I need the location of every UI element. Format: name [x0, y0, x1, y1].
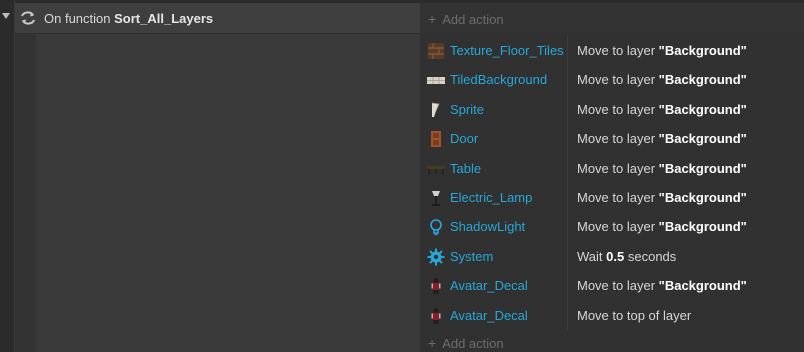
tiled-background-icon [427, 71, 445, 89]
object-name[interactable]: ShadowLight [450, 219, 525, 234]
action-text[interactable]: Wait 0.5 seconds [577, 249, 676, 264]
action-text[interactable]: Move to layer "Background" [577, 219, 747, 234]
action-prefix: Move to layer [577, 160, 656, 176]
action-value: "Background" [658, 219, 747, 235]
condition-indent [15, 34, 36, 352]
action-prefix: Move to layer [577, 190, 656, 205]
action-value: 0.5 [606, 248, 625, 264]
sprite-icon [427, 101, 445, 119]
function-name: Sort_All_Layers [114, 11, 214, 26]
action-value: "Background" [658, 72, 747, 88]
loop-icon [21, 11, 35, 25]
action-text[interactable]: Move to layer "Background" [577, 72, 747, 87]
action-value: "Background" [658, 43, 747, 58]
action-prefix: Move to layer [577, 101, 656, 117]
lightbulb-icon [427, 218, 445, 236]
action-row[interactable]: TiledBackground Move to layer "Background… [420, 65, 804, 94]
action-text[interactable]: Move to layer "Background" [577, 278, 747, 293]
gear-icon [427, 248, 445, 266]
action-row[interactable]: Avatar_Decal Move to layer "Background" [420, 271, 804, 300]
action-text[interactable]: Move to layer "Background" [577, 102, 747, 117]
action-text[interactable]: Move to layer "Background" [577, 43, 747, 58]
action-value: "Background" [658, 190, 747, 205]
action-row[interactable]: Table Move to layer "Background" [420, 154, 804, 183]
action-text[interactable]: Move to layer "Background" [577, 131, 747, 146]
action-text[interactable]: Move to layer "Background" [577, 190, 747, 205]
avatar-icon [427, 277, 445, 295]
object-name[interactable]: TiledBackground [450, 72, 547, 87]
action-prefix: Move to layer [577, 219, 656, 235]
floor-tiles-icon [427, 42, 445, 60]
conditions-area[interactable] [36, 34, 420, 352]
action-prefix: Move to layer [577, 72, 656, 88]
event-prefix: On function [44, 11, 111, 26]
action-value: "Background" [658, 101, 747, 117]
event-title: On function Sort_All_Layers [44, 11, 213, 26]
action-prefix: Move to layer [577, 278, 656, 294]
add-action-bottom[interactable]: + Add action [428, 335, 504, 351]
object-name[interactable]: Electric_Lamp [450, 190, 532, 205]
object-name[interactable]: Table [450, 161, 481, 176]
add-action-top[interactable]: + Add action [428, 11, 504, 27]
object-name[interactable]: Sprite [450, 102, 484, 117]
action-row[interactable]: Texture_Floor_Tiles Move to layer "Backgr… [420, 36, 804, 65]
action-row[interactable]: Avatar_Decal Move to top of layer [420, 301, 804, 330]
object-name[interactable]: Door [450, 131, 478, 146]
add-action-label: Add action [442, 12, 504, 27]
object-name[interactable]: Avatar_Decal [450, 278, 528, 293]
object-name[interactable]: System [450, 249, 493, 264]
plus-icon: + [428, 335, 437, 351]
plus-icon: + [428, 11, 437, 27]
action-row[interactable]: Door Move to layer "Background" [420, 124, 804, 153]
action-prefix: Move to top of layer [577, 307, 692, 323]
action-row[interactable]: System Wait 0.5 seconds [420, 242, 804, 271]
action-value: "Background" [658, 131, 747, 147]
object-name[interactable]: Texture_Floor_Tiles [450, 43, 564, 58]
action-prefix: Move to layer [577, 43, 656, 58]
action-prefix: Wait [577, 248, 603, 264]
action-row[interactable]: Sprite Move to layer "Background" [420, 95, 804, 124]
action-row[interactable]: ShadowLight Move to layer "Background" [420, 212, 804, 241]
add-action-label: Add action [442, 336, 504, 351]
action-text[interactable]: Move to layer "Background" [577, 161, 747, 176]
action-value: "Background" [658, 160, 747, 176]
action-text[interactable]: Move to top of layer [577, 308, 691, 323]
lamp-icon [427, 189, 445, 207]
avatar-icon [427, 307, 445, 325]
action-row[interactable]: Electric_Lamp Move to layer "Background" [420, 183, 804, 212]
action-suffix: seconds [627, 248, 677, 264]
collapse-arrow-icon[interactable] [2, 13, 10, 19]
table-icon [427, 160, 445, 178]
object-name[interactable]: Avatar_Decal [450, 308, 528, 323]
action-prefix: Move to layer [577, 131, 656, 147]
action-value: "Background" [658, 278, 747, 294]
door-icon [427, 130, 445, 148]
